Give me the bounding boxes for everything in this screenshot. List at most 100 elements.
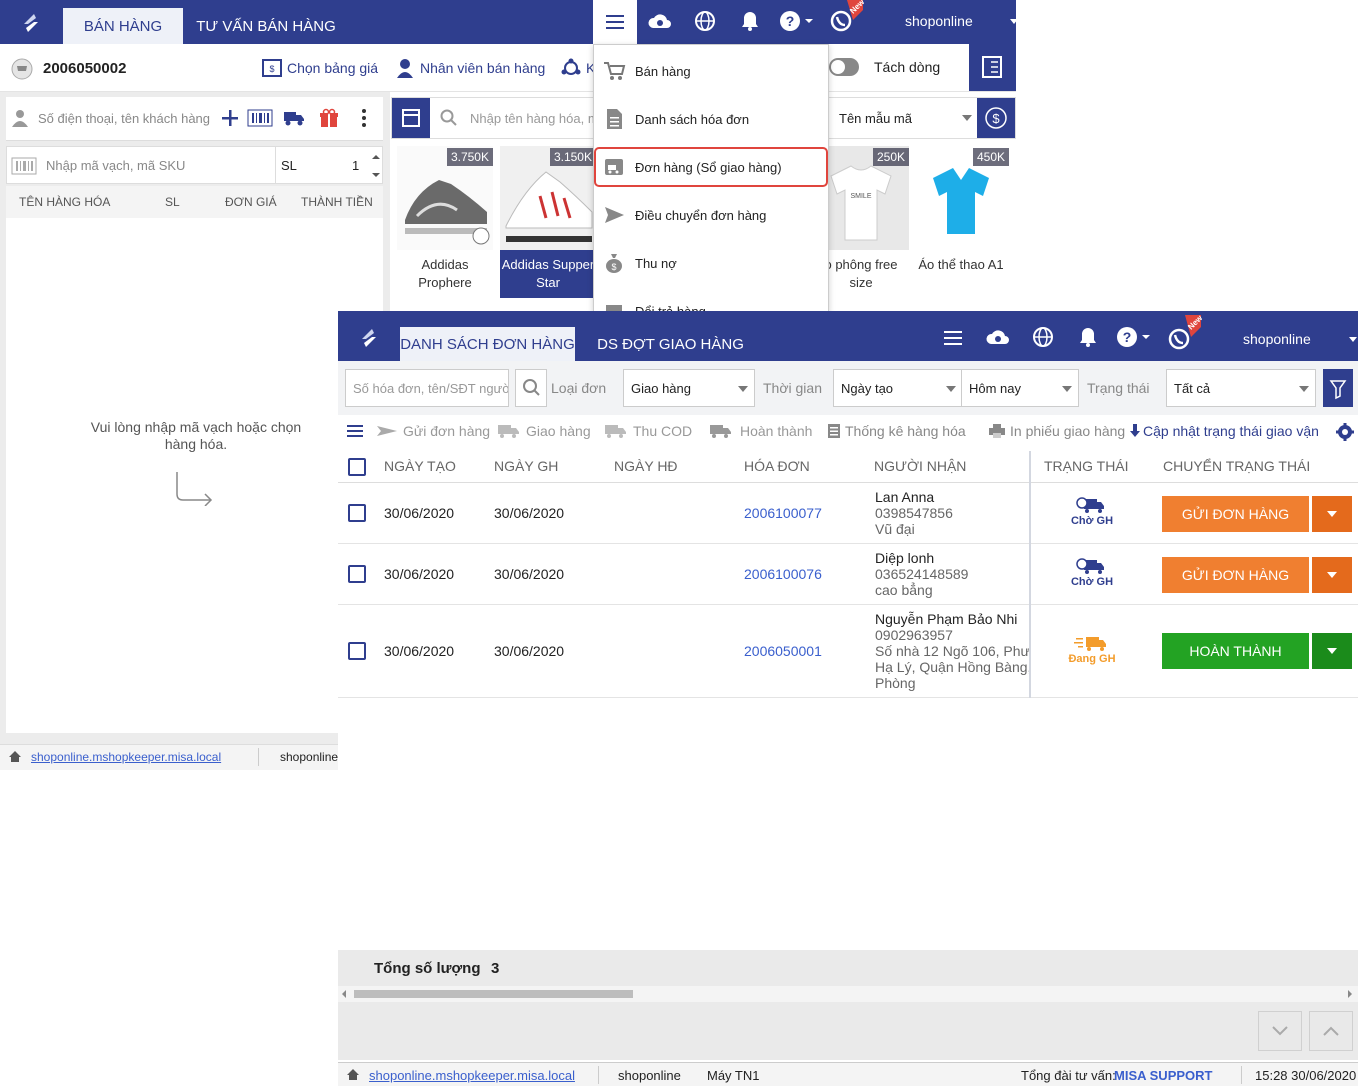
orders-username[interactable]: shoponline [1243, 331, 1311, 347]
status-select[interactable]: Tất cả [1166, 369, 1316, 407]
cloud-sync-icon[interactable] [984, 326, 1012, 350]
sku-input[interactable]: Nhập mã vạch, mã SKU [46, 158, 185, 173]
qty-stepper[interactable] [371, 153, 381, 179]
user-chevron-down-icon[interactable] [1349, 337, 1357, 342]
network-icon[interactable] [561, 58, 581, 78]
filter-button[interactable] [1323, 369, 1353, 407]
split-line-toggle[interactable] [829, 58, 859, 76]
product-search-input[interactable]: Nhập tên hàng hóa, m [470, 111, 599, 126]
goods-stats-button[interactable]: Thống kê hàng hóa [828, 423, 966, 439]
tab-ds-dot-giao-hang[interactable]: DS ĐỢT GIAO HÀNG [592, 327, 749, 361]
gift-icon[interactable] [319, 108, 339, 128]
cloud-sync-icon[interactable] [647, 10, 671, 34]
order-list-button[interactable] [969, 44, 1016, 91]
time-range-select[interactable]: Hôm nay [961, 369, 1079, 407]
col-created-date[interactable]: NGÀY TẠO [384, 458, 456, 474]
user-chevron-down-icon[interactable] [1010, 19, 1016, 24]
row-checkbox[interactable] [348, 642, 366, 660]
scroll-left-icon[interactable] [342, 990, 346, 998]
col-change-status[interactable]: CHUYỂN TRẠNG THÁI [1163, 458, 1310, 474]
table-row[interactable]: 30/06/2020 30/06/2020 2006100077 Lan Ann… [338, 483, 1358, 544]
bell-icon[interactable] [740, 10, 764, 34]
menu-button[interactable] [593, 0, 637, 44]
pos-status-url[interactable]: shoponline.mshopkeeper.misa.local [31, 750, 221, 764]
row-checkbox[interactable] [348, 504, 366, 522]
col-ship-date[interactable]: NGÀY GH [494, 458, 558, 474]
scroll-thumb[interactable] [354, 990, 633, 998]
invoice-link[interactable]: 2006100077 [744, 505, 822, 521]
invoice-link[interactable]: 2006100076 [744, 566, 822, 582]
more-options-icon[interactable] [361, 108, 367, 128]
deliver-button[interactable]: Giao hàng [495, 423, 591, 439]
scroll-down-button[interactable] [1258, 1011, 1302, 1051]
toolbar-menu-icon[interactable] [347, 424, 363, 438]
collect-cod-button[interactable]: Thu COD [604, 423, 692, 439]
status-url[interactable]: shoponline.mshopkeeper.misa.local [369, 1068, 575, 1083]
complete-action-button[interactable]: HOÀN THÀNH [1162, 633, 1309, 669]
tab-danh-sach-don-hang[interactable]: DANH SÁCH ĐƠN HÀNG [400, 327, 575, 361]
product-card[interactable]: 3.750K Addidas Prophere [397, 146, 493, 298]
staff-button[interactable]: Nhân viên bán hàng [420, 60, 545, 76]
table-row[interactable]: 30/06/2020 30/06/2020 2006100076 Diệp lo… [338, 544, 1358, 605]
settings-gear-icon[interactable] [1336, 423, 1354, 441]
category-button[interactable] [392, 98, 430, 138]
barcode-scan-icon[interactable] [247, 109, 273, 127]
complete-button[interactable]: Hoàn thành [709, 423, 812, 439]
search-button[interactable] [515, 369, 547, 407]
customer-search-input[interactable]: Số điện thoại, tên khách hàng [38, 111, 210, 126]
staff-icon[interactable] [396, 58, 414, 78]
send-order-action-button[interactable]: GỬI ĐƠN HÀNG [1162, 496, 1309, 532]
invoice-link[interactable]: 2006050001 [744, 643, 822, 659]
phone-support-icon[interactable]: New [829, 0, 866, 32]
tab-tu-van-ban-hang[interactable]: TƯ VẤN BÁN HÀNG [190, 8, 342, 44]
product-card-selected[interactable]: 3.150K Addidas Supper Star [500, 146, 596, 298]
time-field-select[interactable]: Ngày tạo [833, 369, 963, 407]
phone-support-icon[interactable]: New [1167, 314, 1204, 355]
col-status[interactable]: TRẠNG THÁI [1044, 458, 1129, 474]
menu-item-ban-hang[interactable]: Bán hàng [594, 49, 828, 93]
table-row[interactable]: 30/06/2020 30/06/2020 2006050001 Nguyễn … [338, 605, 1358, 698]
product-card[interactable]: 450K Áo thể thao A1 [913, 146, 1009, 298]
order-search-input[interactable]: Số hóa đơn, tên/SĐT người [345, 369, 509, 407]
scroll-up-button[interactable] [1309, 1011, 1353, 1051]
qty-input[interactable]: 1 [352, 158, 359, 173]
update-shipping-status-button[interactable]: Cập nhật trạng thái giao vận [1130, 423, 1319, 439]
menu-item-danh-sach-hoa-don[interactable]: Danh sách hóa đơn [594, 97, 828, 141]
template-select[interactable]: Tên mẫu mã [839, 111, 912, 126]
help-icon[interactable]: ? [1116, 326, 1152, 350]
send-order-button[interactable]: Gửi đơn hàng [376, 423, 490, 439]
tab-ban-hang[interactable]: BÁN HÀNG [63, 8, 183, 44]
support-link[interactable]: MISA SUPPORT [1114, 1068, 1212, 1083]
col-invoice-date[interactable]: NGÀY HĐ [614, 458, 678, 474]
help-icon[interactable]: ? [779, 10, 815, 34]
action-dropdown-button[interactable] [1312, 557, 1352, 593]
print-delivery-button[interactable]: In phiếu giao hàng [989, 423, 1125, 439]
menu-item-doi-tra-hang[interactable]: Đổi trả hàng [594, 289, 828, 311]
row-checkbox[interactable] [348, 565, 366, 583]
price-list-icon[interactable]: $ [262, 59, 282, 77]
add-customer-icon[interactable] [220, 108, 240, 128]
menu-item-thu-no[interactable]: $ Thu nợ [594, 241, 828, 285]
action-dropdown-button[interactable] [1312, 633, 1352, 669]
app-logo-icon[interactable] [18, 10, 44, 36]
hamburger-menu-icon[interactable] [941, 326, 965, 350]
col-invoice[interactable]: HÓA ĐƠN [744, 458, 810, 474]
pos-username[interactable]: shoponline [905, 13, 973, 29]
scroll-right-icon[interactable] [1348, 990, 1352, 998]
bell-icon[interactable] [1078, 326, 1102, 350]
menu-item-dieu-chuyen[interactable]: Điều chuyển đơn hàng [594, 193, 828, 237]
home-icon[interactable] [346, 1068, 360, 1081]
app-logo-icon[interactable] [356, 325, 382, 351]
globe-icon[interactable] [694, 10, 718, 34]
delivery-truck-icon[interactable] [283, 110, 305, 126]
horizontal-scrollbar[interactable] [338, 986, 1358, 1002]
home-icon[interactable] [8, 750, 22, 763]
price-list-button[interactable]: Chọn bảng giá [287, 60, 378, 76]
col-recipient[interactable]: NGƯỜI NHẬN [874, 458, 966, 474]
send-order-action-button[interactable]: GỬI ĐƠN HÀNG [1162, 557, 1309, 593]
select-all-checkbox[interactable] [348, 458, 366, 476]
price-filter-button[interactable]: $ [977, 98, 1015, 138]
action-dropdown-button[interactable] [1312, 496, 1352, 532]
order-type-select[interactable]: Giao hàng [623, 369, 755, 407]
template-chevron-down-icon[interactable] [962, 115, 972, 121]
